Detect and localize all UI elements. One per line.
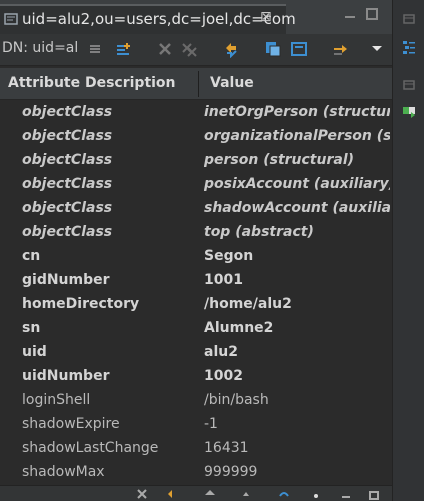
attribute-value[interactable]: organizationalPerson (structural) bbox=[204, 128, 390, 144]
delete-icon[interactable] bbox=[156, 40, 174, 58]
expand-all-icon[interactable] bbox=[114, 40, 132, 58]
collapse-all-icon[interactable] bbox=[86, 40, 104, 58]
table-row[interactable]: objectClass posixAccount (auxiliary) bbox=[0, 173, 392, 197]
attribute-name: objectClass bbox=[22, 128, 113, 144]
table-row[interactable]: objectClass organizationalPerson (structu… bbox=[0, 125, 392, 149]
attribute-name: objectClass bbox=[22, 152, 113, 168]
table-row[interactable]: homeDirectory/home/alu2 bbox=[0, 293, 392, 317]
tab-title: uid=alu2,ou=users,dc=joel,dc=com bbox=[22, 10, 296, 28]
attribute-name: loginShell bbox=[22, 392, 91, 408]
table-row[interactable]: shadowExpire -1 bbox=[0, 413, 392, 437]
attribute-value[interactable]: -1 bbox=[204, 416, 390, 432]
attribute-name: homeDirectory bbox=[22, 296, 140, 312]
attribute-name: gidNumber bbox=[22, 272, 110, 288]
progress-view-icon[interactable] bbox=[402, 104, 416, 118]
column-header-value[interactable]: Value bbox=[210, 75, 254, 91]
table-row[interactable]: objectClass person (structural) bbox=[0, 149, 392, 173]
paste-icon[interactable] bbox=[290, 40, 308, 58]
dn-label: DN: uid=alu2,ou=users,dc=joel,dc=com bbox=[2, 40, 78, 56]
table-row[interactable]: loginShell/bin/bash bbox=[0, 389, 392, 413]
view-menu-icon[interactable] bbox=[368, 40, 386, 58]
table-row[interactable]: shadowMax 999999 bbox=[0, 461, 392, 485]
table-row[interactable]: objectClass top (abstract) bbox=[0, 221, 392, 245]
home-icon[interactable] bbox=[204, 488, 216, 500]
minimize-icon[interactable] bbox=[344, 8, 356, 20]
attribute-table-body: objectClass inetOrgPerson (structural) ob… bbox=[0, 101, 392, 485]
table-row[interactable]: shadowLastChange 16431 bbox=[0, 437, 392, 461]
link-icon[interactable] bbox=[278, 488, 290, 500]
goto-dn-icon[interactable] bbox=[332, 40, 350, 58]
attribute-name: shadowLastChange bbox=[22, 440, 159, 456]
up-icon[interactable] bbox=[240, 488, 252, 500]
attribute-value[interactable]: 1001 bbox=[204, 272, 390, 288]
attribute-value[interactable]: posixAccount (auxiliary) bbox=[204, 176, 390, 192]
table-row[interactable]: objectClass shadowAccount (auxiliary) bbox=[0, 197, 392, 221]
attribute-value[interactable]: 1002 bbox=[204, 368, 390, 384]
attribute-value[interactable]: top (abstract) bbox=[204, 224, 390, 240]
editor-tab[interactable]: uid=alu2,ou=users,dc=joel,dc=com ⊠ bbox=[0, 4, 296, 34]
attribute-name: objectClass bbox=[22, 200, 113, 216]
attribute-value[interactable]: Segon bbox=[204, 248, 390, 264]
close-tab-icon[interactable]: ⊠ bbox=[260, 9, 272, 25]
attribute-name: shadowExpire bbox=[22, 416, 120, 432]
bottom-toolbar bbox=[0, 485, 392, 501]
table-row[interactable]: gidNumber 1001 bbox=[0, 269, 392, 293]
copy-icon[interactable] bbox=[264, 40, 282, 58]
editor-titlebar: uid=alu2,ou=users,dc=joel,dc=com ⊠ bbox=[0, 0, 392, 34]
attribute-name: objectClass bbox=[22, 176, 113, 192]
restore-view-icon[interactable] bbox=[402, 78, 416, 92]
restore-view-icon[interactable] bbox=[402, 12, 416, 26]
attribute-value[interactable]: person (structural) bbox=[204, 152, 390, 168]
ldap-entry-icon bbox=[4, 12, 18, 26]
attribute-name: objectClass bbox=[22, 104, 113, 120]
column-divider[interactable] bbox=[198, 71, 199, 97]
maximize-icon[interactable] bbox=[366, 8, 378, 20]
attribute-name: cn bbox=[22, 248, 41, 264]
attribute-value[interactable]: /bin/bash bbox=[204, 392, 390, 408]
table-row[interactable]: sn Alumne2 bbox=[0, 317, 392, 341]
attribute-value[interactable]: 16431 bbox=[204, 440, 390, 456]
attribute-name: sn bbox=[22, 320, 41, 336]
attribute-value[interactable]: inetOrgPerson (structural) bbox=[204, 104, 390, 120]
table-row[interactable]: uid alu2 bbox=[0, 341, 392, 365]
column-header-attribute[interactable]: Attribute Description bbox=[8, 75, 176, 91]
outline-view-icon[interactable] bbox=[402, 40, 416, 54]
attribute-value[interactable]: 999999 bbox=[204, 464, 390, 480]
refresh-icon[interactable] bbox=[222, 40, 240, 59]
entry-editor-toolbar: DN: uid=alu2,ou=users,dc=joel,dc=com bbox=[0, 34, 392, 66]
attribute-table-header: Attribute Description Value bbox=[0, 68, 392, 100]
attribute-value[interactable]: shadowAccount (auxiliary) bbox=[204, 200, 390, 216]
attribute-value[interactable]: alu2 bbox=[204, 344, 390, 360]
attribute-name: uidNumber bbox=[22, 368, 110, 384]
delete-icon[interactable] bbox=[136, 488, 148, 500]
delete-all-icon[interactable] bbox=[180, 40, 198, 58]
minimize-icon[interactable] bbox=[340, 488, 352, 500]
attribute-value[interactable]: Alumne2 bbox=[204, 320, 390, 336]
table-row[interactable]: uidNumber 1002 bbox=[0, 365, 392, 389]
attribute-name: shadowMax bbox=[22, 464, 105, 480]
right-trim-bar bbox=[392, 0, 424, 501]
refresh-icon[interactable] bbox=[166, 488, 178, 500]
table-row[interactable]: cn Segon bbox=[0, 245, 392, 269]
maximize-icon[interactable] bbox=[368, 488, 380, 500]
dot-icon[interactable] bbox=[310, 488, 322, 500]
attribute-name: uid bbox=[22, 344, 47, 360]
attribute-name: objectClass bbox=[22, 224, 113, 240]
table-row[interactable]: objectClass inetOrgPerson (structural) bbox=[0, 101, 392, 125]
attribute-value[interactable]: /home/alu2 bbox=[204, 296, 390, 312]
